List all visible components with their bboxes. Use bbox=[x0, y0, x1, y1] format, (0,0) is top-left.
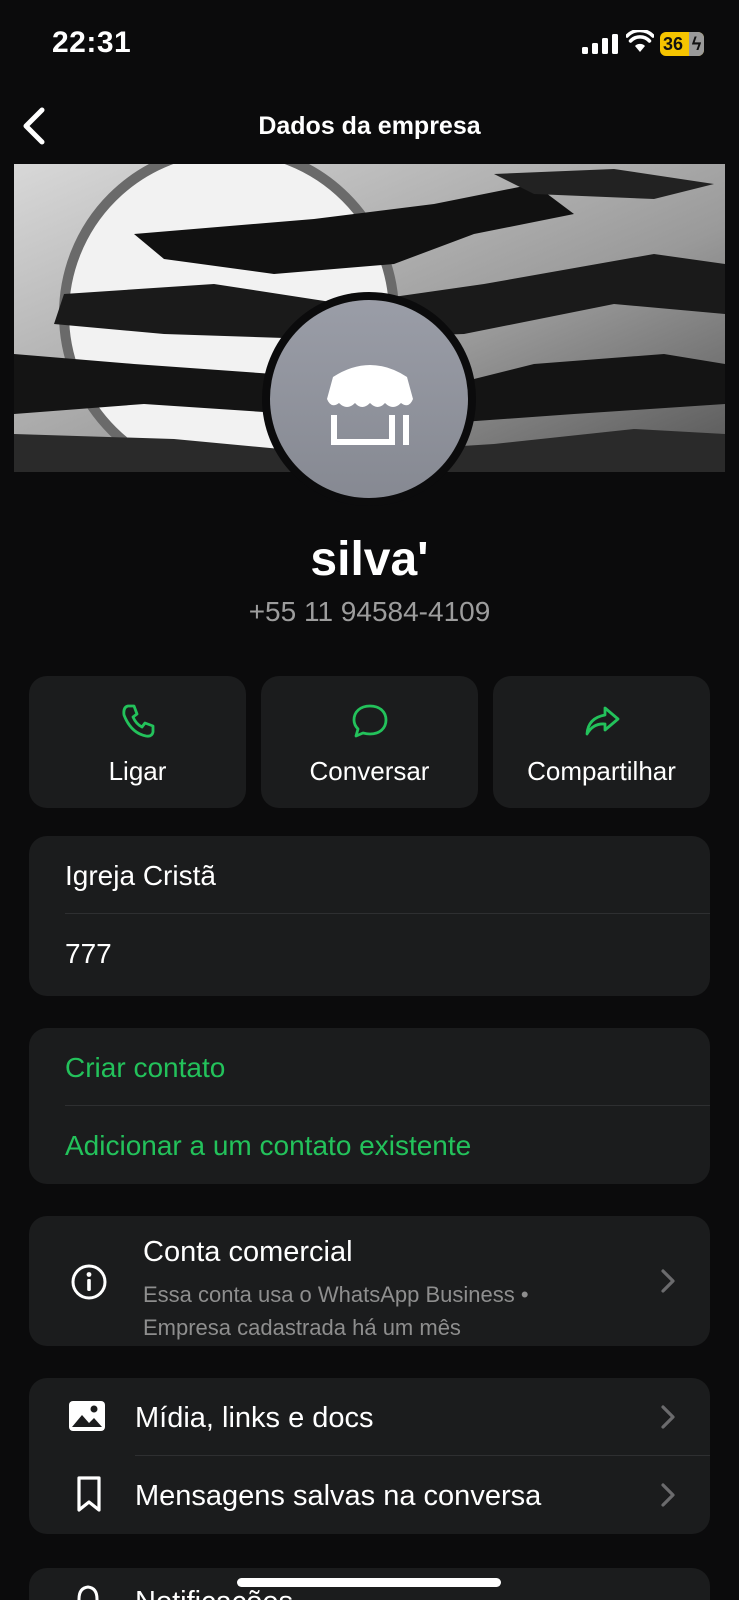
info-icon bbox=[71, 1264, 107, 1300]
chat-button[interactable]: Conversar bbox=[261, 676, 478, 808]
business-account-subtitle-line1: Essa conta usa o WhatsApp Business • bbox=[143, 1282, 529, 1307]
charging-bolt-icon: ϟ bbox=[689, 32, 704, 56]
share-button[interactable]: Compartilhar bbox=[493, 676, 710, 808]
business-category-row: Igreja Cristã bbox=[29, 836, 710, 914]
wifi-icon bbox=[626, 30, 654, 52]
saved-messages-row[interactable]: Mensagens salvas na conversa bbox=[29, 1456, 710, 1534]
navigation-bar: Dados da empresa bbox=[0, 100, 739, 156]
business-description: 777 bbox=[65, 938, 112, 969]
page-title: Dados da empresa bbox=[258, 112, 481, 140]
home-indicator[interactable] bbox=[237, 1578, 501, 1587]
chevron-right-icon bbox=[661, 1269, 675, 1293]
avatar-placeholder bbox=[270, 300, 468, 498]
status-time: 22:31 bbox=[52, 26, 132, 59]
storefront-icon bbox=[327, 365, 413, 445]
chevron-right-icon bbox=[661, 1405, 675, 1429]
business-description-row: 777 bbox=[29, 914, 710, 992]
action-buttons: Ligar Conversar Compartilhar bbox=[29, 676, 710, 808]
business-phone: +55 11 94584-4109 bbox=[248, 596, 491, 627]
media-card: Mídia, links e docs Mensagens salvas na … bbox=[29, 1378, 710, 1534]
chevron-right-icon bbox=[661, 1483, 675, 1507]
add-to-existing-contact-row[interactable]: Adicionar a um contato existente bbox=[29, 1106, 710, 1184]
status-bar: 22:31 36 ϟ bbox=[0, 0, 739, 90]
cellular-signal-icon bbox=[582, 34, 618, 54]
bookmark-icon bbox=[77, 1476, 101, 1512]
business-name: silva' bbox=[310, 533, 429, 586]
call-button-label: Ligar bbox=[108, 756, 167, 786]
avatar[interactable] bbox=[262, 292, 476, 506]
add-to-existing-contact-label: Adicionar a um contato existente bbox=[65, 1130, 472, 1161]
business-info-card: Igreja Cristã 777 bbox=[29, 836, 710, 996]
battery-icon: 36 ϟ bbox=[660, 32, 704, 56]
contact-actions-card: Criar contato Adicionar a um contato exi… bbox=[29, 1028, 710, 1184]
business-account-title: Conta comercial bbox=[143, 1236, 353, 1268]
share-button-label: Compartilhar bbox=[527, 756, 676, 786]
create-contact-row[interactable]: Criar contato bbox=[29, 1028, 710, 1106]
chat-bubble-icon bbox=[352, 704, 388, 738]
share-arrow-icon bbox=[585, 706, 620, 736]
business-account-subtitle: Essa conta usa o WhatsApp Business • Emp… bbox=[143, 1278, 603, 1344]
business-account-subtitle-line2: Empresa cadastrada há um mês bbox=[143, 1315, 461, 1340]
business-account-card[interactable]: Conta comercial Essa conta usa o WhatsAp… bbox=[29, 1216, 710, 1346]
battery-level: 36 bbox=[663, 34, 684, 54]
business-category: Igreja Cristã bbox=[65, 860, 216, 891]
bell-icon bbox=[77, 1585, 99, 1600]
image-icon bbox=[69, 1401, 105, 1431]
phone-icon bbox=[122, 704, 155, 738]
notifications-label: Notificações bbox=[135, 1586, 293, 1600]
media-links-docs-label: Mídia, links e docs bbox=[135, 1402, 374, 1434]
chat-button-label: Conversar bbox=[309, 756, 430, 786]
saved-messages-label: Mensagens salvas na conversa bbox=[135, 1480, 542, 1512]
create-contact-label: Criar contato bbox=[65, 1052, 226, 1083]
media-links-docs-row[interactable]: Mídia, links e docs bbox=[29, 1378, 710, 1456]
call-button[interactable]: Ligar bbox=[29, 676, 246, 808]
